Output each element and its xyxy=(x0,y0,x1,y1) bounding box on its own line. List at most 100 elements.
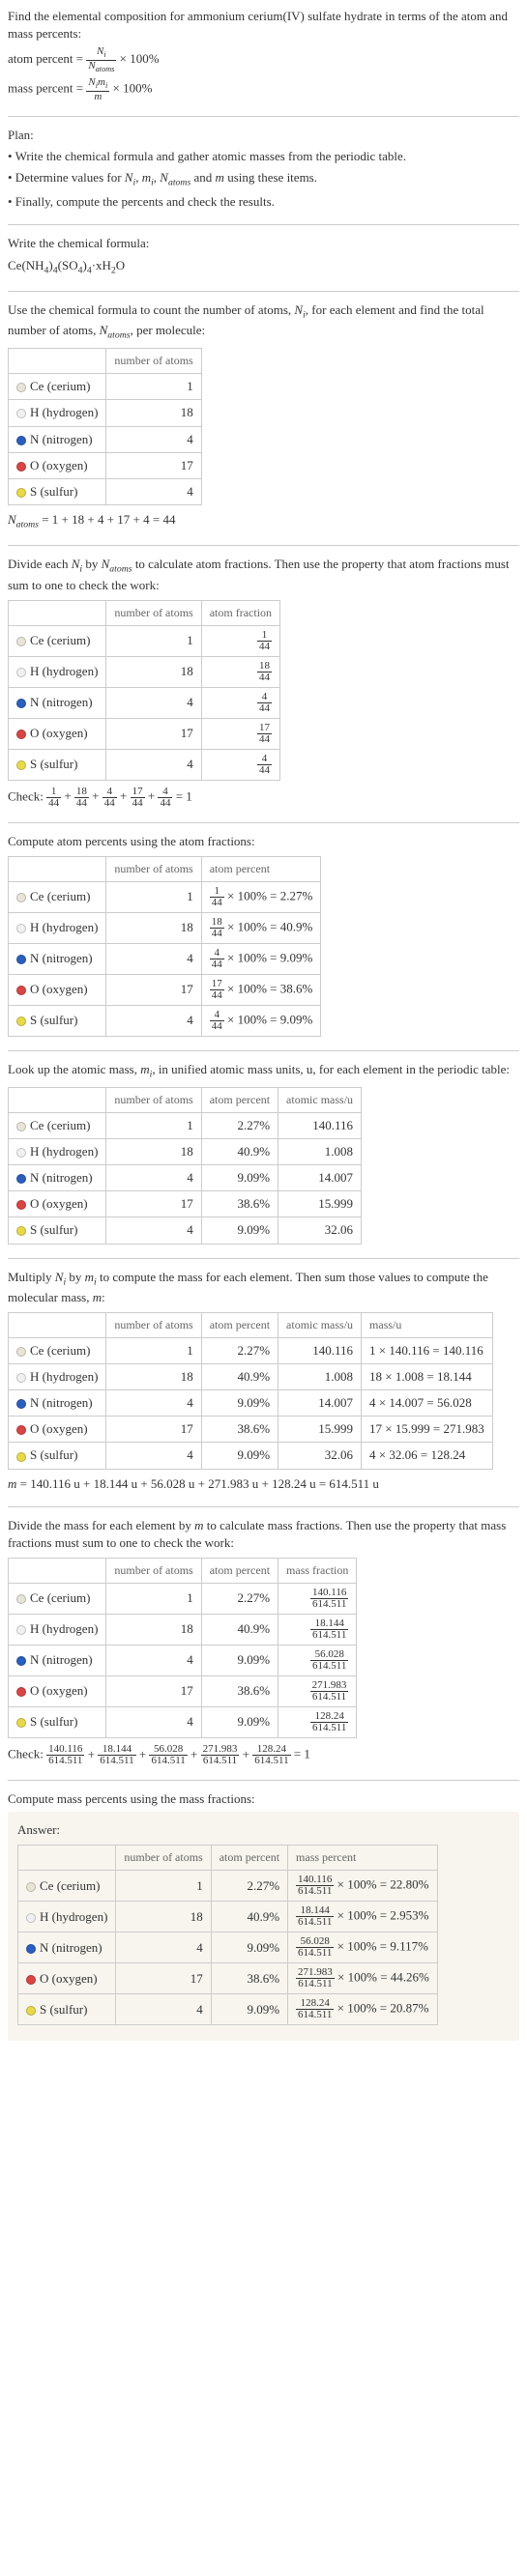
col-header: number of atoms xyxy=(106,349,201,374)
element-dot-icon xyxy=(16,699,26,708)
element-dot-icon xyxy=(16,1425,26,1435)
element-cell: H (hydrogen) xyxy=(9,1615,106,1646)
mass-table: number of atomsatom percentatomic mass/u… xyxy=(8,1087,362,1245)
table-row: Ce (cerium)1144 xyxy=(9,625,280,656)
mass-pct-cell: 140.116614.511 × 100% = 22.80% xyxy=(288,1871,438,1902)
element-cell: N (nitrogen) xyxy=(9,1646,106,1676)
pct-cell: 444 × 100% = 9.09% xyxy=(201,1005,321,1036)
element-cell: H (hydrogen) xyxy=(9,912,106,943)
element-cell: Ce (cerium) xyxy=(9,1337,106,1363)
num-atoms-cell: 17 xyxy=(106,452,201,478)
plan-section: Plan: • Write the chemical formula and g… xyxy=(8,127,519,212)
compute-atom-pct-text: Compute atom percents using the atom fra… xyxy=(8,833,519,850)
element-cell: Ce (cerium) xyxy=(9,881,106,912)
element-dot-icon xyxy=(16,1200,26,1210)
mass-cell: 1.008 xyxy=(278,1138,362,1164)
element-dot-icon xyxy=(16,1016,26,1026)
mass-cell: 15.999 xyxy=(278,1191,362,1217)
mass-calc-table: number of atomsatom percentatomic mass/u… xyxy=(8,1312,493,1470)
mass-calc-cell: 1 × 140.116 = 140.116 xyxy=(362,1337,493,1363)
col-header: mass fraction xyxy=(278,1559,357,1584)
table-row: Ce (cerium)12.27%140.116614.511 xyxy=(9,1584,357,1615)
table-row: S (sulfur)4444 xyxy=(9,749,280,780)
element-cell: H (hydrogen) xyxy=(9,1138,106,1164)
table-row: Ce (cerium)1 xyxy=(9,374,202,400)
m-total-equation: m = 140.116 u + 18.144 u + 56.028 u + 27… xyxy=(8,1475,519,1493)
num-atoms-cell: 4 xyxy=(106,426,201,452)
mass-calc-cell: 17 × 15.999 = 271.983 xyxy=(362,1417,493,1443)
mass-frac-cell: 128.24614.511 xyxy=(278,1707,357,1738)
table-row: O (oxygen)171744 × 100% = 38.6% xyxy=(9,974,321,1005)
col-header: number of atoms xyxy=(106,1559,201,1584)
answer-box: Answer: number of atomsatom percentmass … xyxy=(8,1812,519,2041)
mass-frac-cell: 271.983614.511 xyxy=(278,1676,357,1707)
plan-item: • Determine values for Ni, mi, Natoms an… xyxy=(8,169,519,189)
num-atoms-cell: 4 xyxy=(106,478,201,504)
element-cell: H (hydrogen) xyxy=(9,656,106,687)
element-dot-icon xyxy=(16,986,26,995)
plan-heading: Plan: xyxy=(8,127,519,144)
table-row: O (oxygen)1738.6%15.99917 × 15.999 = 271… xyxy=(9,1417,493,1443)
col-header: atom percent xyxy=(201,856,321,881)
element-dot-icon xyxy=(16,1148,26,1158)
table-row: S (sulfur)49.09%32.064 × 32.06 = 128.24 xyxy=(9,1443,493,1469)
element-cell: O (oxygen) xyxy=(9,1676,106,1707)
element-dot-icon xyxy=(16,1347,26,1357)
table-row: S (sulfur)49.09%128.24614.511 xyxy=(9,1707,357,1738)
table-row: O (oxygen)1738.6%271.983614.511 xyxy=(9,1676,357,1707)
atom-pct-table: number of atomsatom percent Ce (cerium)1… xyxy=(8,856,321,1037)
element-dot-icon xyxy=(16,1122,26,1131)
element-dot-icon xyxy=(26,1882,36,1892)
divide-text: Divide each Ni by Natoms to calculate at… xyxy=(8,556,519,593)
mass-cell: 32.06 xyxy=(278,1217,362,1244)
element-dot-icon xyxy=(16,1594,26,1604)
table-row: S (sulfur)4444 × 100% = 9.09% xyxy=(9,1005,321,1036)
plan-item: • Write the chemical formula and gather … xyxy=(8,148,519,165)
element-cell: O (oxygen) xyxy=(9,1417,106,1443)
mass-calc-cell: 18 × 1.008 = 18.144 xyxy=(362,1363,493,1389)
col-header: atom percent xyxy=(211,1846,287,1871)
frac-cell: 444 xyxy=(201,749,279,780)
element-cell: N (nitrogen) xyxy=(9,1164,106,1190)
multiply-text: Multiply Ni by mi to compute the mass fo… xyxy=(8,1269,519,1306)
mass-pct-cell: 128.24614.511 × 100% = 20.87% xyxy=(288,1994,438,2025)
table-row: N (nitrogen)49.09%14.007 xyxy=(9,1164,362,1190)
atoms-table: number of atoms Ce (cerium)1H (hydrogen)… xyxy=(8,348,202,505)
element-dot-icon xyxy=(16,409,26,418)
mass-percent-equation: mass percent = Nimim × 100% xyxy=(8,77,519,101)
element-cell: H (hydrogen) xyxy=(18,1902,116,1932)
mass-cell: 14.007 xyxy=(278,1164,362,1190)
element-dot-icon xyxy=(16,462,26,472)
col-header: mass percent xyxy=(288,1846,438,1871)
element-cell: S (sulfur) xyxy=(9,1217,106,1244)
mass-frac-cell: 18.144614.511 xyxy=(278,1615,357,1646)
col-header: atom fraction xyxy=(201,600,279,625)
element-dot-icon xyxy=(16,1656,26,1666)
table-row: H (hydrogen)181844 × 100% = 40.9% xyxy=(9,912,321,943)
table-row: H (hydrogen)1840.9%18.144614.511 × 100% … xyxy=(18,1902,438,1932)
table-row: Ce (cerium)12.27%140.116614.511 × 100% =… xyxy=(18,1871,438,1902)
element-cell: S (sulfur) xyxy=(18,1994,116,2025)
element-cell: O (oxygen) xyxy=(9,974,106,1005)
table-row: S (sulfur)49.09%32.06 xyxy=(9,1217,362,1244)
mass-frac-table: number of atomsatom percentmass fraction… xyxy=(8,1558,357,1738)
atom-percent-equation: atom percent = NiNatoms × 100% xyxy=(8,46,519,73)
element-cell: S (sulfur) xyxy=(9,749,106,780)
answer-label: Answer: xyxy=(17,1821,510,1839)
element-cell: O (oxygen) xyxy=(9,452,106,478)
col-header: atom percent xyxy=(201,1087,278,1112)
col-header: number of atoms xyxy=(106,1312,201,1337)
element-cell: S (sulfur) xyxy=(9,1443,106,1469)
mass-calc-cell: 4 × 14.007 = 56.028 xyxy=(362,1390,493,1417)
table-row: S (sulfur)49.09%128.24614.511 × 100% = 2… xyxy=(18,1994,438,2025)
frac-cell: 1844 xyxy=(201,656,279,687)
mass-frac-cell: 140.116614.511 xyxy=(278,1584,357,1615)
table-row: N (nitrogen)4444 × 100% = 9.09% xyxy=(9,943,321,974)
element-cell: Ce (cerium) xyxy=(9,374,106,400)
col-header: atom percent xyxy=(201,1312,278,1337)
element-dot-icon xyxy=(16,893,26,902)
atom-frac-table: number of atomsatom fraction Ce (cerium)… xyxy=(8,600,280,781)
count-text: Use the chemical formula to count the nu… xyxy=(8,301,519,342)
table-row: O (oxygen)1738.6%15.999 xyxy=(9,1191,362,1217)
table-row: H (hydrogen)181844 xyxy=(9,656,280,687)
